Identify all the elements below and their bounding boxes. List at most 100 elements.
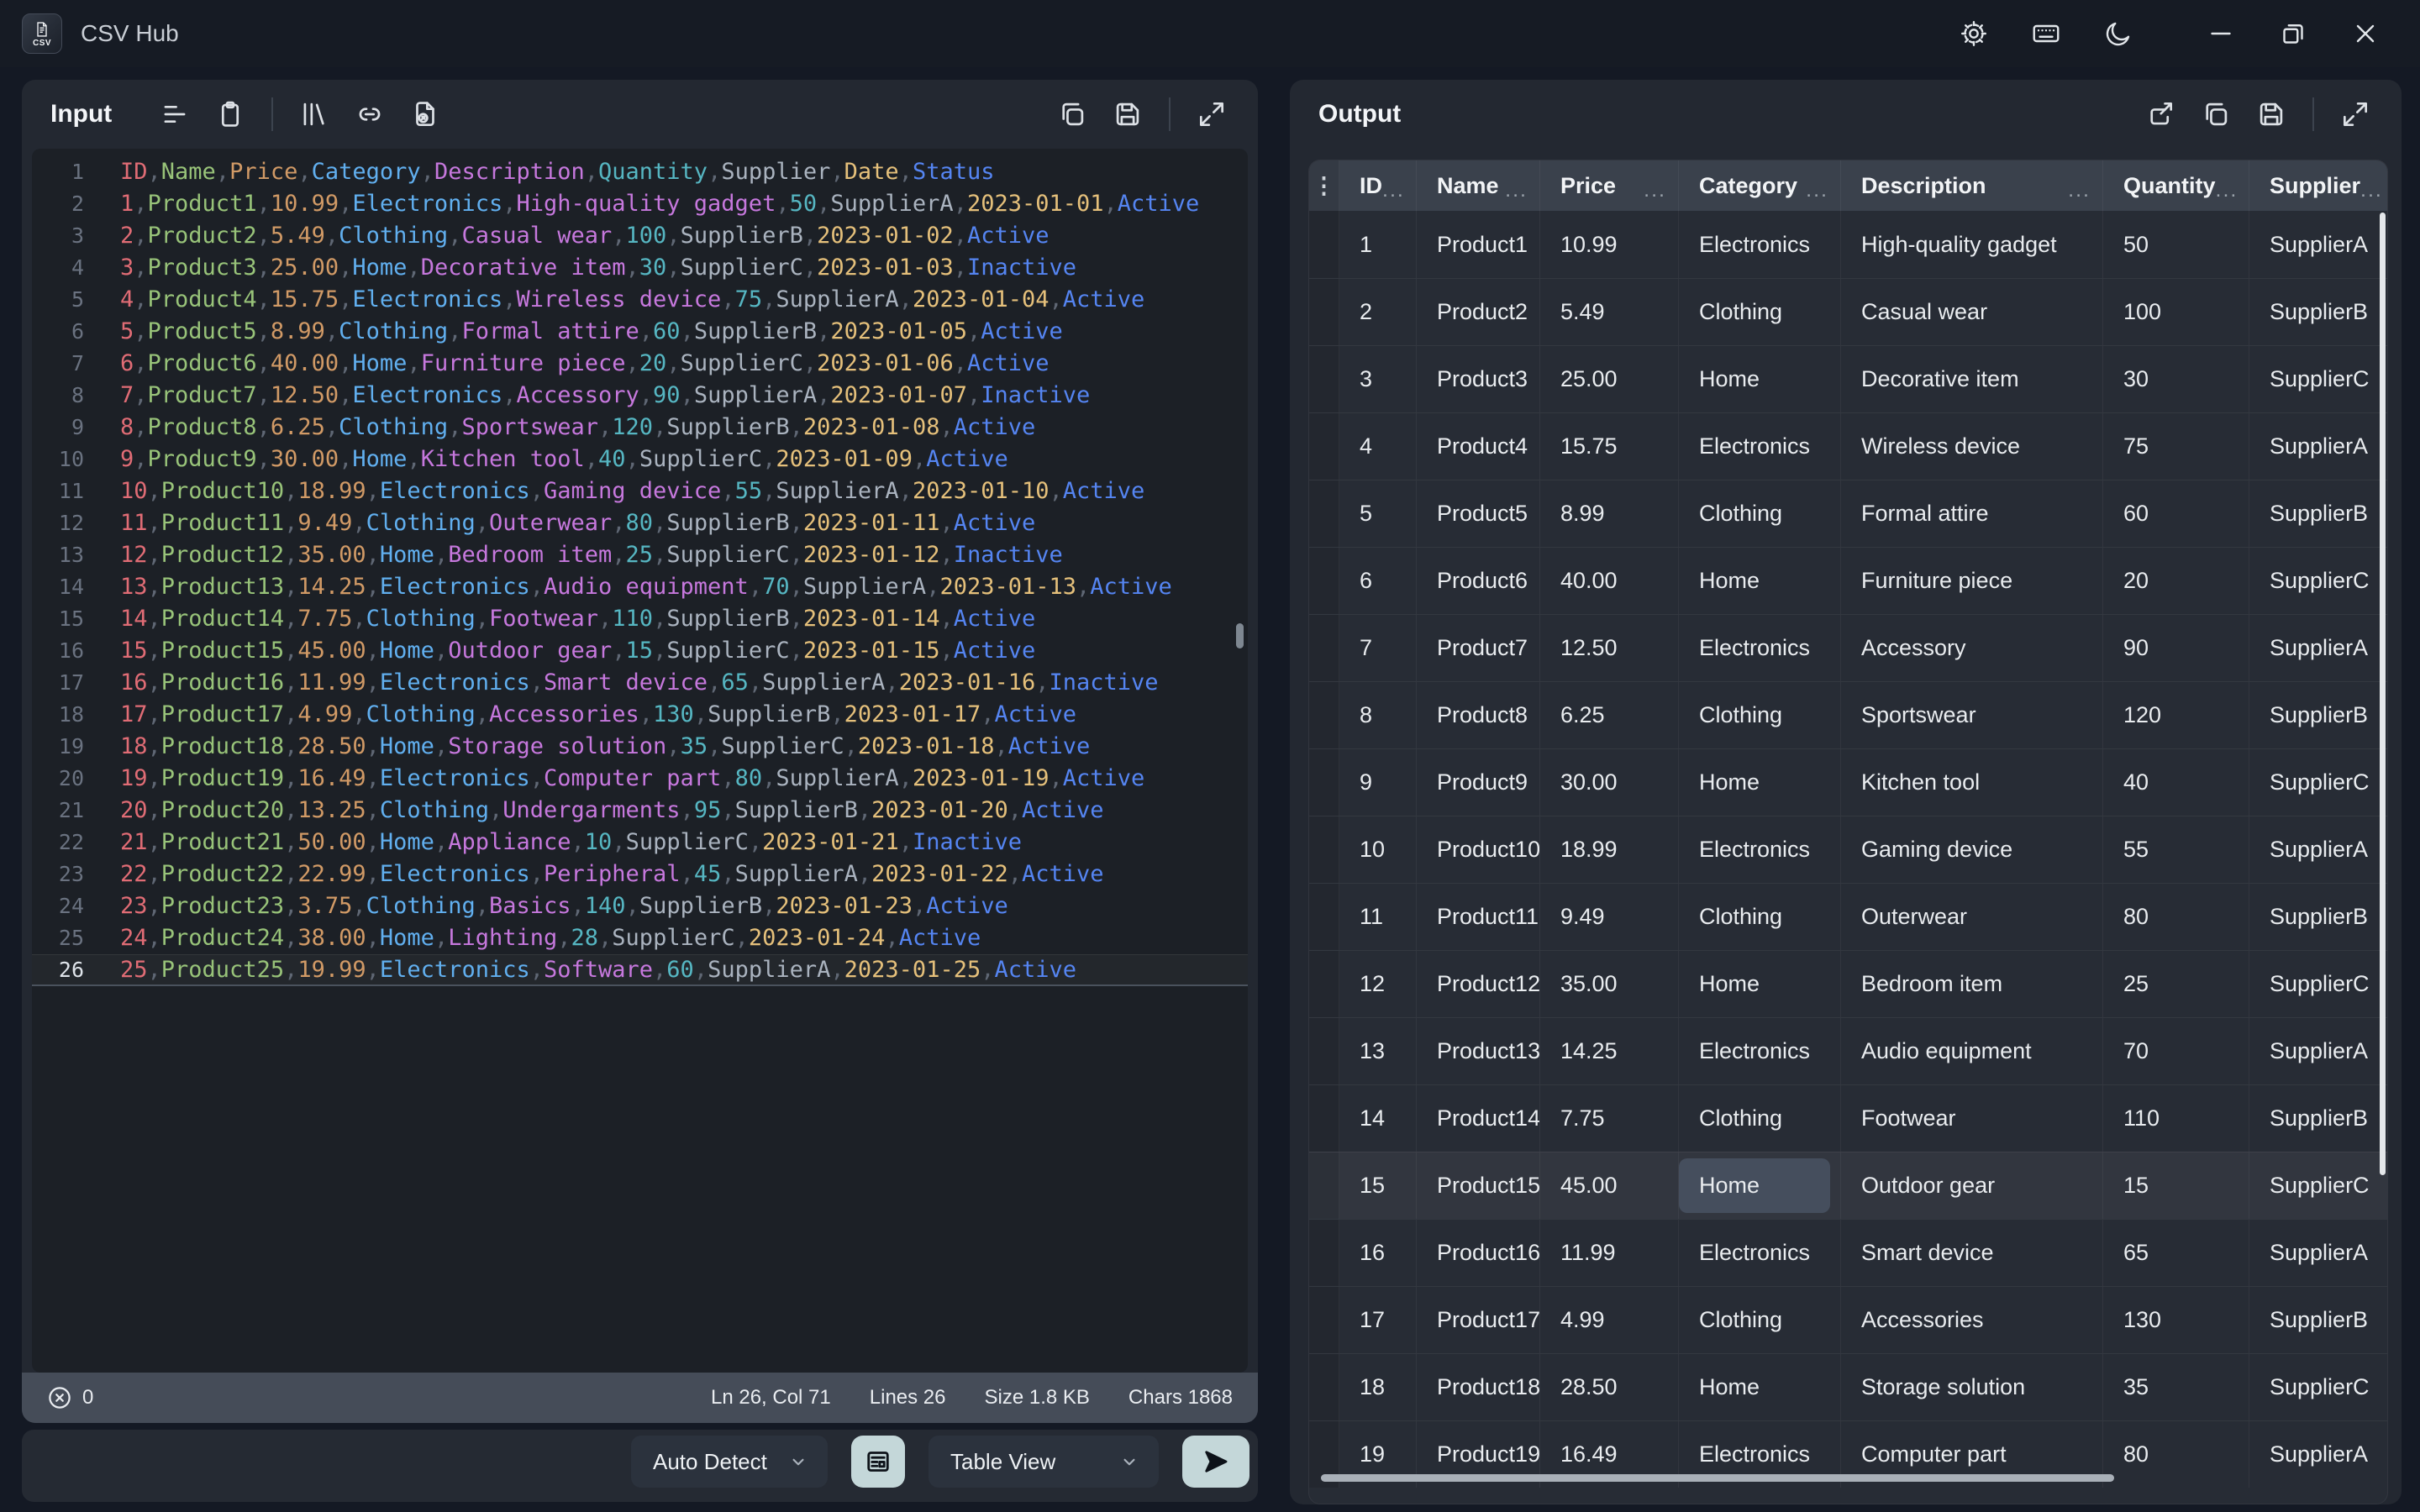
column-header-quantity[interactable]: Quantity... [2103, 160, 2249, 211]
table-cell[interactable]: 5.49 [1540, 279, 1679, 345]
editor-line[interactable]: 98,Product8,6.25,Clothing,Sportswear,120… [32, 412, 1248, 444]
keyboard-button[interactable] [2010, 7, 2082, 60]
csv-editor[interactable]: 1ID,Name,Price,Category,Description,Quan… [32, 149, 1248, 1373]
editor-line[interactable]: 2423,Product23,3.75,Clothing,Basics,140,… [32, 890, 1248, 922]
table-cell[interactable]: Home [1679, 1354, 1841, 1420]
maximize-button[interactable] [2257, 7, 2329, 60]
row-gutter[interactable] [1309, 816, 1339, 883]
share-output-button[interactable] [2136, 90, 2185, 139]
table-cell[interactable]: 40.00 [1540, 548, 1679, 614]
table-horizontal-scrollbar-thumb[interactable] [1321, 1474, 2114, 1482]
table-cell[interactable]: Wireless device [1841, 413, 2103, 480]
table-cell[interactable]: High-quality gadget [1841, 211, 2103, 278]
table-cell[interactable]: 1 [1339, 211, 1417, 278]
table-cell[interactable]: Smart device [1841, 1220, 2103, 1286]
table-cell[interactable]: SupplierB [2249, 480, 2387, 547]
sample-data-button[interactable] [150, 90, 199, 139]
close-button[interactable] [2329, 7, 2402, 60]
editor-line[interactable]: 1817,Product17,4.99,Clothing,Accessories… [32, 699, 1248, 731]
table-cell[interactable]: Formal attire [1841, 480, 2103, 547]
load-url-button[interactable] [345, 90, 394, 139]
table-cell[interactable]: SupplierA [2249, 1220, 2387, 1286]
table-cell[interactable]: Electronics [1679, 413, 1841, 480]
editor-line[interactable]: 2625,Product25,19.99,Electronics,Softwar… [32, 954, 1248, 986]
editor-line[interactable]: 54,Product4,15.75,Electronics,Wireless d… [32, 284, 1248, 316]
row-gutter[interactable] [1309, 1220, 1339, 1286]
table-cell[interactable]: Product3 [1417, 346, 1540, 412]
editor-line[interactable]: 76,Product6,40.00,Home,Furniture piece,2… [32, 348, 1248, 380]
view-select[interactable]: Table View [929, 1436, 1159, 1488]
table-cell[interactable]: 13 [1339, 1018, 1417, 1084]
table-cell[interactable]: 40 [2103, 749, 2249, 816]
table-cell[interactable]: 45.00 [1540, 1152, 1679, 1219]
row-gutter[interactable] [1309, 1085, 1339, 1152]
table-cell[interactable]: SupplierA [2249, 816, 2387, 883]
table-cell[interactable]: Product5 [1417, 480, 1540, 547]
table-cell[interactable]: 20 [2103, 548, 2249, 614]
table-cell[interactable]: 130 [2103, 1287, 2249, 1353]
table-cell[interactable]: 100 [2103, 279, 2249, 345]
editor-line[interactable]: 1918,Product18,28.50,Home,Storage soluti… [32, 731, 1248, 763]
row-gutter[interactable] [1309, 951, 1339, 1017]
column-menu-icon[interactable]: ... [1806, 178, 1828, 202]
editor-line[interactable]: 1312,Product12,35.00,Home,Bedroom item,2… [32, 539, 1248, 571]
editor-scrollbar-thumb[interactable] [1236, 623, 1244, 648]
table-cell[interactable]: Storage solution [1841, 1354, 2103, 1420]
table-cell[interactable]: Product2 [1417, 279, 1540, 345]
table-cell[interactable]: 12.50 [1540, 615, 1679, 681]
save-output-button[interactable] [2247, 90, 2296, 139]
table-cell[interactable]: Clothing [1679, 884, 1841, 950]
table-cell[interactable]: 120 [2103, 682, 2249, 748]
column-header-supplier[interactable]: Supplier... [2249, 160, 2387, 211]
row-gutter[interactable] [1309, 480, 1339, 547]
table-cell[interactable]: Electronics [1679, 211, 1841, 278]
column-menu-icon[interactable]: ... [1644, 178, 1666, 202]
table-cell[interactable]: Product18 [1417, 1354, 1540, 1420]
column-menu-icon[interactable]: ... [2216, 178, 2238, 202]
column-menu-icon[interactable]: ... [1505, 178, 1528, 202]
table-cell[interactable]: Clothing [1679, 1085, 1841, 1152]
table-cell[interactable]: 60 [2103, 480, 2249, 547]
editor-line[interactable]: 1ID,Name,Price,Category,Description,Quan… [32, 156, 1248, 188]
row-gutter[interactable] [1309, 548, 1339, 614]
editor-line[interactable]: 43,Product3,25.00,Home,Decorative item,3… [32, 252, 1248, 284]
table-cell[interactable]: SupplierC [2249, 548, 2387, 614]
table-cell[interactable]: 18.99 [1540, 816, 1679, 883]
table-cell[interactable]: Clothing [1679, 1287, 1841, 1353]
table-cell[interactable]: 50 [2103, 211, 2249, 278]
table-cell[interactable]: Audio equipment [1841, 1018, 2103, 1084]
table-cell[interactable]: Decorative item [1841, 346, 2103, 412]
column-header-category[interactable]: Category... [1679, 160, 1841, 211]
table-cell[interactable]: 30 [2103, 346, 2249, 412]
table-cell[interactable]: Home [1679, 951, 1841, 1017]
table-cell[interactable]: 75 [2103, 413, 2249, 480]
table-cell[interactable]: 15 [2103, 1152, 2249, 1219]
table-cell[interactable]: Product16 [1417, 1220, 1540, 1286]
editor-line[interactable]: 1110,Product10,18.99,Electronics,Gaming … [32, 475, 1248, 507]
table-cell[interactable]: Product9 [1417, 749, 1540, 816]
table-cell[interactable]: SupplierC [2249, 1152, 2387, 1219]
row-gutter[interactable] [1309, 413, 1339, 480]
table-cell[interactable]: Product13 [1417, 1018, 1540, 1084]
table-cell[interactable]: 28.50 [1540, 1354, 1679, 1420]
table-cell[interactable]: 5 [1339, 480, 1417, 547]
table-cell[interactable]: 15 [1339, 1152, 1417, 1219]
table-cell[interactable]: Clothing [1679, 279, 1841, 345]
expand-input-button[interactable] [1187, 90, 1236, 139]
table-cell[interactable]: SupplierB [2249, 884, 2387, 950]
table-cell[interactable]: Product8 [1417, 682, 1540, 748]
format-select[interactable]: Auto Detect [631, 1436, 828, 1488]
table-cell[interactable]: Product17 [1417, 1287, 1540, 1353]
table-cell[interactable]: 3 [1339, 346, 1417, 412]
table-cell[interactable]: Outerwear [1841, 884, 2103, 950]
table-cell[interactable]: 10.99 [1540, 211, 1679, 278]
table-cell[interactable]: Home [1679, 1152, 1841, 1219]
row-gutter[interactable] [1309, 211, 1339, 278]
table-cell[interactable]: 80 [2103, 884, 2249, 950]
table-cell[interactable]: Product11 [1417, 884, 1540, 950]
row-gutter[interactable] [1309, 1152, 1339, 1219]
table-cell[interactable]: SupplierC [2249, 1354, 2387, 1420]
row-gutter[interactable] [1309, 1018, 1339, 1084]
table-cell[interactable]: 65 [2103, 1220, 2249, 1286]
row-gutter[interactable] [1309, 346, 1339, 412]
